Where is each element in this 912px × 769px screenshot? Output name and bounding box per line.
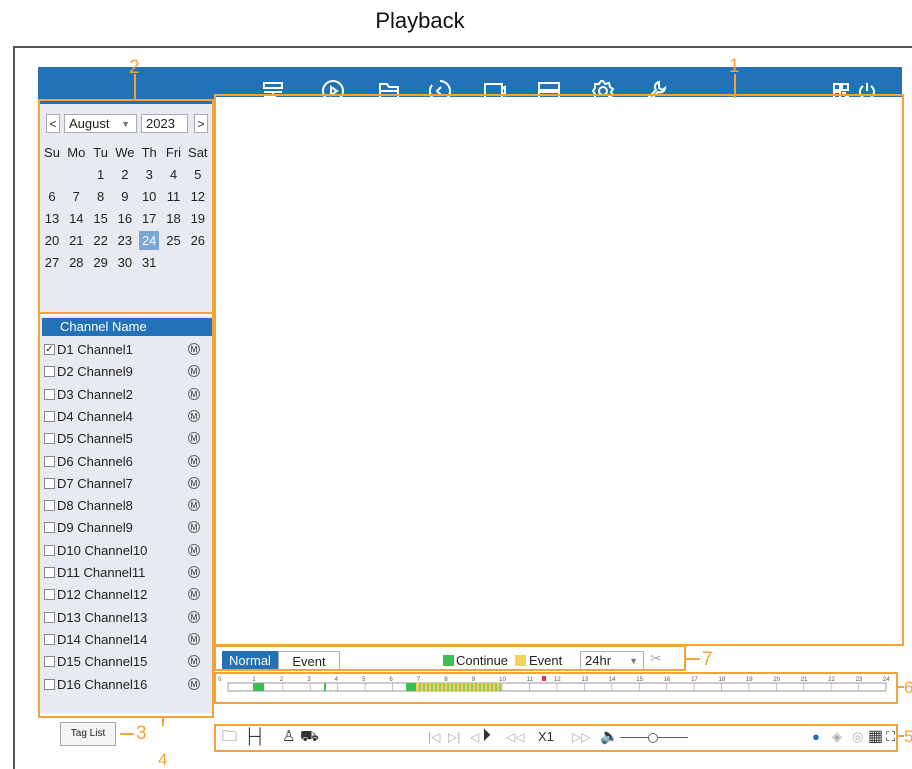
callout-number: 5 <box>904 727 912 746</box>
callout-leader <box>686 658 700 660</box>
callout-box-video <box>214 94 904 646</box>
callout-box-mode-bar <box>214 645 686 671</box>
callout-box-calendar <box>38 99 214 314</box>
callout-number: 7 <box>702 649 713 670</box>
callout-box-timeline <box>214 672 898 704</box>
callout-number: 6 <box>904 678 912 697</box>
callout-number: 4 <box>158 750 168 769</box>
callout-number: 1 <box>729 56 740 77</box>
tag-list-button[interactable]: Tag List <box>60 722 116 746</box>
callout-box-controls <box>214 724 898 752</box>
callout-box-channel-list <box>38 312 214 718</box>
callout-leader <box>162 718 164 726</box>
callout-leader <box>734 74 736 98</box>
callout-number: 3 <box>136 723 147 744</box>
callout-number: 2 <box>129 57 140 78</box>
callout-leader <box>120 733 134 735</box>
page-heading: Playback <box>375 8 465 33</box>
